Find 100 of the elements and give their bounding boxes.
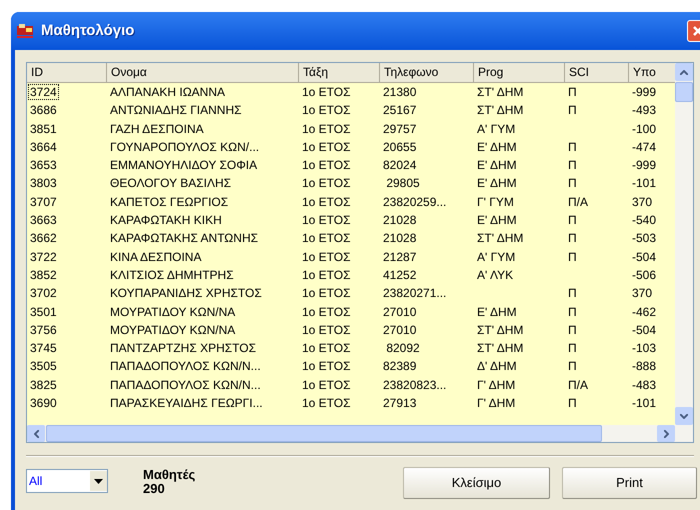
table-cell: ΘΕΟΛΟΓΟΥ ΒΑΣΙΛΗΣ <box>110 176 232 190</box>
table-cell: 1ο ΕΤΟΣ <box>302 158 351 172</box>
filter-dropdown[interactable]: All <box>26 469 108 493</box>
table-cell: 20655 <box>383 140 416 154</box>
table-cell: Π <box>568 103 577 118</box>
table-cell: ΠΑΝΤΖΑΡΤΖΗΣ ΧΡΗΣΤΟΣ <box>110 341 256 356</box>
table-cell: Π/Α <box>568 378 588 392</box>
table-cell: 82024 <box>383 158 416 172</box>
table-cell: 1ο ΕΤΟΣ <box>302 213 351 228</box>
table-cell: 25167 <box>383 103 416 118</box>
table-cell: 1ο ΕΤΟΣ <box>302 140 351 154</box>
table-cell: Δ' ΔΗΜ <box>477 359 517 374</box>
table-cell: 27010 <box>383 304 416 319</box>
scroll-thumb[interactable] <box>46 425 602 442</box>
table-cell: ΣΤ' ΔΗΜ <box>477 85 524 99</box>
table-cell: 3851 <box>29 122 58 136</box>
table-cell: 3501 <box>29 304 58 319</box>
table-cell: 370 <box>632 194 652 209</box>
table-cell: Α' ΓΥΜ <box>477 122 516 136</box>
table-cell: ΚΛΙΤΣΙΟΣ ΔΗΜΗΤΡΗΣ <box>110 268 234 282</box>
column-header[interactable]: Τάξη <box>299 63 380 83</box>
scroll-up-button[interactable] <box>675 63 693 81</box>
table-cell: 23820823... <box>383 378 446 392</box>
table-cell: 27010 <box>383 322 416 337</box>
table-cell: Γ' ΓΥΜ <box>477 194 514 209</box>
table-cell: 1ο ΕΤΟΣ <box>302 359 351 374</box>
table-cell: 23820271... <box>383 286 446 300</box>
close-dialog-button[interactable]: Κλείσιμο <box>403 467 550 499</box>
table-cell: 1ο ΕΤΟΣ <box>302 322 351 337</box>
table-cell: ΣΤ' ΔΗΜ <box>477 322 524 337</box>
scroll-right-button[interactable] <box>657 425 675 442</box>
table-cell: 1ο ΕΤΟΣ <box>302 103 351 118</box>
table-cell: Π <box>568 359 577 374</box>
table-cell: 3745 <box>29 341 58 356</box>
table-cell: 3707 <box>29 194 58 209</box>
table-cell: ΣΤ' ΔΗΜ <box>477 341 524 356</box>
table-cell: ΕΜΜΑΝΟΥΗΛΙΔΟΥ ΣΟΦΙΑ <box>110 158 258 172</box>
table-cell: 1ο ΕΤΟΣ <box>302 286 351 300</box>
table-cell: 1ο ΕΤΟΣ <box>302 231 351 246</box>
table-cell: 1ο ΕΤΟΣ <box>302 250 351 264</box>
table-cell: 27913 <box>383 396 416 410</box>
vertical-scrollbar[interactable] <box>675 63 693 425</box>
column-header[interactable]: ID <box>27 63 107 83</box>
table-cell: -888 <box>632 359 656 374</box>
table-cell: Π <box>568 286 577 300</box>
horizontal-scrollbar[interactable] <box>27 425 693 442</box>
table-cell: Π <box>568 231 577 246</box>
table-cell-text: 82092 <box>385 341 420 356</box>
table-cell: Π <box>568 158 577 172</box>
table-cell: Ε' ΔΗΜ <box>477 158 517 172</box>
table-cell: -483 <box>632 378 656 392</box>
table-cell: Ε' ΔΗΜ <box>477 304 517 319</box>
table-cell: 29757 <box>383 122 416 136</box>
table-cell: ΓΑΖΗ ΔΕΣΠΟΙΝΑ <box>110 122 204 136</box>
table-cell: 3803 <box>29 176 58 190</box>
table-cell: 82389 <box>383 359 416 374</box>
table-cell: -493 <box>632 103 656 118</box>
table-cell: ΣΤ' ΔΗΜ <box>477 103 524 118</box>
table-cell: -540 <box>632 213 656 228</box>
table-cell: 1ο ΕΤΟΣ <box>302 85 351 99</box>
table-cell: -503 <box>632 231 656 246</box>
table-cell: 1ο ΕΤΟΣ <box>302 268 351 282</box>
column-header[interactable]: Τηλεφωνο <box>380 63 474 83</box>
column-header[interactable]: Ονομα <box>107 63 299 83</box>
column-header[interactable]: SCI <box>565 63 629 83</box>
table-cell: 21287 <box>383 250 416 264</box>
table-cell: Π <box>568 176 577 190</box>
table-cell: Π/Α <box>568 194 588 209</box>
table-cell: 370 <box>632 286 652 300</box>
scroll-down-button[interactable] <box>675 407 693 425</box>
table-cell: ΚΙΝΑ ΔΕΣΠΟΙΝΑ <box>110 250 202 264</box>
table-cell: ΚΟΥΠΑΡΑΝΙΔΗΣ ΧΡΗΣΤΟΣ <box>110 286 262 300</box>
table-cell: 1ο ΕΤΟΣ <box>302 122 351 136</box>
table-cell: ΜΟΥΡΑΤΙΔΟΥ ΚΩΝ/ΝΑ <box>110 304 236 319</box>
table-cell: Π <box>568 85 577 99</box>
table-cell: 3724 <box>29 85 58 99</box>
table-cell: Π <box>568 341 577 356</box>
table-cell: Ε' ΔΗΜ <box>477 213 517 228</box>
table-cell: 21380 <box>383 85 416 99</box>
print-button[interactable]: Print <box>562 467 697 499</box>
table-cell: ΠΑΠΑΔΟΠΟΥΛΟΣ ΚΩΝ/Ν... <box>110 359 261 374</box>
table-cell: Π <box>568 213 577 228</box>
scroll-left-button[interactable] <box>27 425 45 442</box>
table-cell: 3722 <box>29 250 58 264</box>
table-cell: Α' ΛΥΚ <box>477 268 514 282</box>
table-cell: Γ' ΔΗΜ <box>477 396 516 410</box>
scroll-thumb[interactable] <box>675 82 693 102</box>
table-cell: 3852 <box>29 268 58 282</box>
table-cell: Γ' ΔΗΜ <box>477 378 516 392</box>
table-cell: 3756 <box>29 322 58 337</box>
table-cell: Π <box>568 250 577 264</box>
table-cell: 3662 <box>29 231 58 246</box>
table-cell: ΣΤ' ΔΗΜ <box>477 231 524 246</box>
table-cell: -101 <box>632 176 656 190</box>
column-header[interactable]: Prog <box>474 63 565 83</box>
table-cell: ΚΑΡΑΦΩΤΑΚΗ ΚΙΚΗ <box>110 213 222 228</box>
table-cell: Π <box>568 304 577 319</box>
table-cell: 1ο ΕΤΟΣ <box>302 194 351 209</box>
table-cell: 23820259... <box>383 194 446 209</box>
table-cell: 3825 <box>29 378 58 392</box>
